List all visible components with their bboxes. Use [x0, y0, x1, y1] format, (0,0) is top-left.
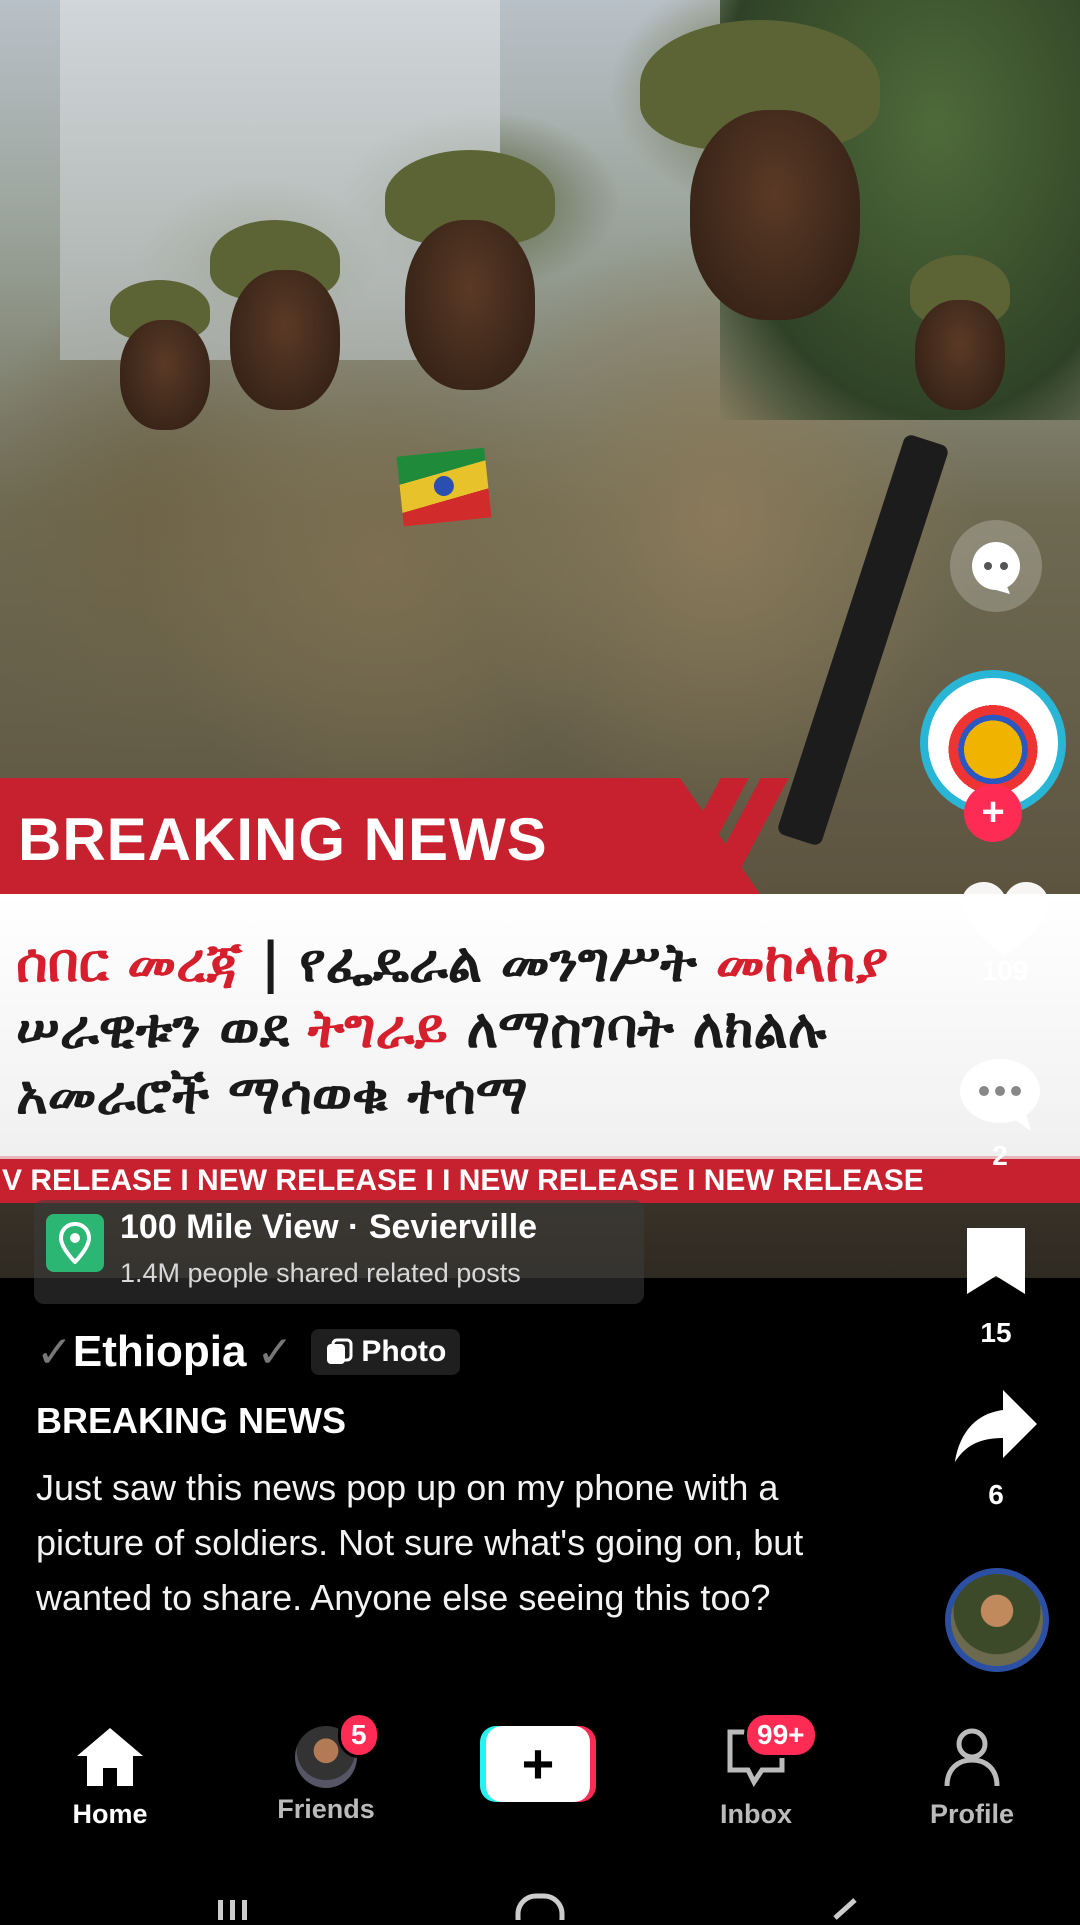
nav-friends[interactable]: Friends 5 [226, 1712, 426, 1825]
headline-part: ሠራዊቱን ወደ [16, 997, 308, 1060]
follow-button[interactable]: + [964, 784, 1022, 842]
nav-home[interactable]: Home [10, 1726, 210, 1830]
release-ticker: V RELEASE I NEW RELEASE I I NEW RELEASE … [0, 1156, 1080, 1203]
breaking-news-title: BREAKING NEWS [18, 806, 548, 873]
system-navigation-bar [0, 1860, 1080, 1925]
save-button[interactable]: 15 [921, 1224, 1071, 1349]
author-row: ✓ Ethiopia ✓ Photo [36, 1322, 896, 1382]
headline-part: መከላከያ [715, 931, 889, 994]
comment-button[interactable]: 2 [925, 1055, 1075, 1172]
soldier-face [230, 270, 340, 410]
comment-icon [960, 1059, 1040, 1131]
home-gesture-icon[interactable] [515, 1893, 565, 1925]
nav-inbox[interactable]: Inbox 99+ [656, 1712, 856, 1830]
flag-patch [396, 447, 492, 527]
location-subtitle: 1.4M people shared related posts [120, 1258, 521, 1288]
comment-count: 2 [992, 1140, 1008, 1171]
soldier-face [405, 220, 535, 390]
post-description: Just saw this news pop up on my phone wi… [36, 1467, 804, 1618]
nav-inbox-label: Inbox [720, 1799, 792, 1829]
like-count: 109 [981, 955, 1029, 986]
post-title: BREAKING NEWS [36, 1400, 347, 1441]
check-mark: ✓ [256, 1327, 294, 1377]
amharic-headline: ሰበር መረጃ | የፌዴራል መንግሥት መከላከያ ሠራዊቱን ወደ ትግራ… [16, 930, 1036, 1128]
friends-badge: 5 [338, 1712, 380, 1758]
home-icon [77, 1728, 143, 1786]
bookmark-icon [967, 1228, 1025, 1294]
location-title: 100 Mile View · Sevierville [120, 1208, 538, 1246]
ticker-text: V RELEASE I NEW RELEASE I I NEW RELEASE … [2, 1164, 924, 1197]
photo-tag-label: Photo [361, 1335, 447, 1368]
inbox-badge: 99+ [744, 1712, 818, 1758]
headline-part: ሰበር መረጃ [16, 931, 242, 994]
nav-friends-label: Friends [277, 1794, 375, 1824]
location-anchor[interactable]: 100 Mile View · Sevierville 1.4M people … [34, 1200, 644, 1304]
bottom-navigation: Home Friends 5 + Inbox 99+ Profile [0, 1710, 1080, 1830]
post-photo[interactable]: BREAKING NEWS ሰበር መረጃ | የፌዴራል መንግሥት መከላከ… [0, 0, 1080, 1278]
author-username[interactable]: Ethiopia [73, 1327, 247, 1377]
soldier-face [915, 300, 1005, 410]
sound-cover-image [951, 1574, 1043, 1666]
post-caption: ✓ Ethiopia ✓ Photo BREAKING NEWS Just sa… [36, 1322, 896, 1625]
like-button[interactable]: 109 [930, 880, 1080, 987]
share-count: 6 [988, 1479, 1004, 1510]
sound-disc[interactable] [945, 1568, 1049, 1672]
profile-icon [944, 1728, 1000, 1787]
share-button[interactable]: 6 [921, 1388, 1071, 1511]
save-count: 15 [980, 1317, 1012, 1348]
quick-ask-button[interactable] [950, 520, 1042, 612]
back-icon[interactable] [833, 1898, 857, 1920]
photo-type-tag: Photo [311, 1329, 461, 1375]
nav-home-label: Home [72, 1799, 148, 1829]
heart-icon [962, 882, 1048, 956]
soldier-face [120, 320, 210, 430]
headline-part: | የፌዴራል መንግሥት [241, 931, 716, 994]
create-button[interactable]: + [480, 1726, 596, 1802]
rifle [776, 433, 950, 847]
headline-part: ትግራይ [307, 997, 448, 1060]
plus-icon: + [486, 1726, 590, 1802]
soldier-face [690, 110, 860, 320]
nav-profile-label: Profile [929, 1799, 1015, 1829]
map-pin-icon [46, 1214, 104, 1272]
share-arrow-icon [955, 1390, 1037, 1462]
photo-icon [327, 1338, 353, 1364]
check-mark: ✓ [36, 1327, 73, 1377]
chat-bubble-icon [972, 542, 1020, 594]
nav-profile[interactable]: Profile [872, 1726, 1072, 1830]
recents-icon[interactable] [218, 1900, 247, 1920]
